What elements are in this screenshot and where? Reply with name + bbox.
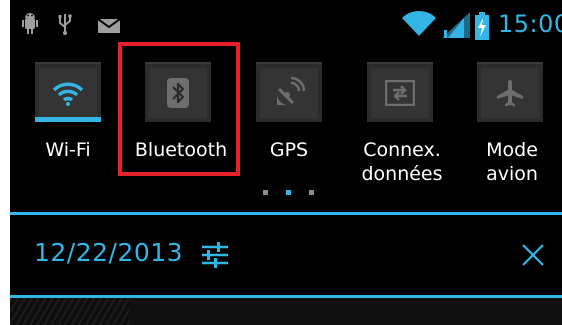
wifi-icon xyxy=(402,10,436,40)
page-indicator-dot-active xyxy=(286,190,291,195)
notification-shade: 15:00 Wi-Fi Bluetooth xyxy=(10,0,562,325)
signal-icon xyxy=(442,12,470,42)
data-connection-label: Connex. données xyxy=(361,139,443,185)
usb-icon xyxy=(58,12,72,40)
divider xyxy=(10,212,562,215)
wifi-icon xyxy=(35,64,101,122)
data-connection-icon xyxy=(367,64,433,122)
mail-icon xyxy=(97,18,121,37)
page-indicator-dot xyxy=(263,190,268,195)
gps-label: GPS xyxy=(269,139,309,161)
status-bar-clock: 15:00 xyxy=(498,10,562,38)
gps-toggle[interactable] xyxy=(256,62,322,122)
data-connection-toggle[interactable] xyxy=(367,62,433,122)
battery-charging-icon xyxy=(475,12,489,44)
airplane-icon xyxy=(477,64,543,122)
gps-icon xyxy=(256,64,322,122)
wifi-label: Wi-Fi xyxy=(45,139,91,161)
active-indicator xyxy=(35,117,101,122)
close-icon[interactable] xyxy=(522,244,544,270)
page-indicator-dot xyxy=(309,190,314,195)
airplane-mode-label: Mode avion xyxy=(486,139,538,185)
status-bar: 15:00 xyxy=(10,0,562,50)
notification-list-area xyxy=(10,298,562,325)
notification-date: 12/22/2013 xyxy=(34,238,184,267)
wifi-toggle[interactable] xyxy=(35,62,101,122)
sliders-icon[interactable] xyxy=(200,241,230,273)
android-icon xyxy=(22,12,38,40)
highlight-box xyxy=(118,42,240,176)
airplane-mode-toggle[interactable] xyxy=(477,62,543,122)
